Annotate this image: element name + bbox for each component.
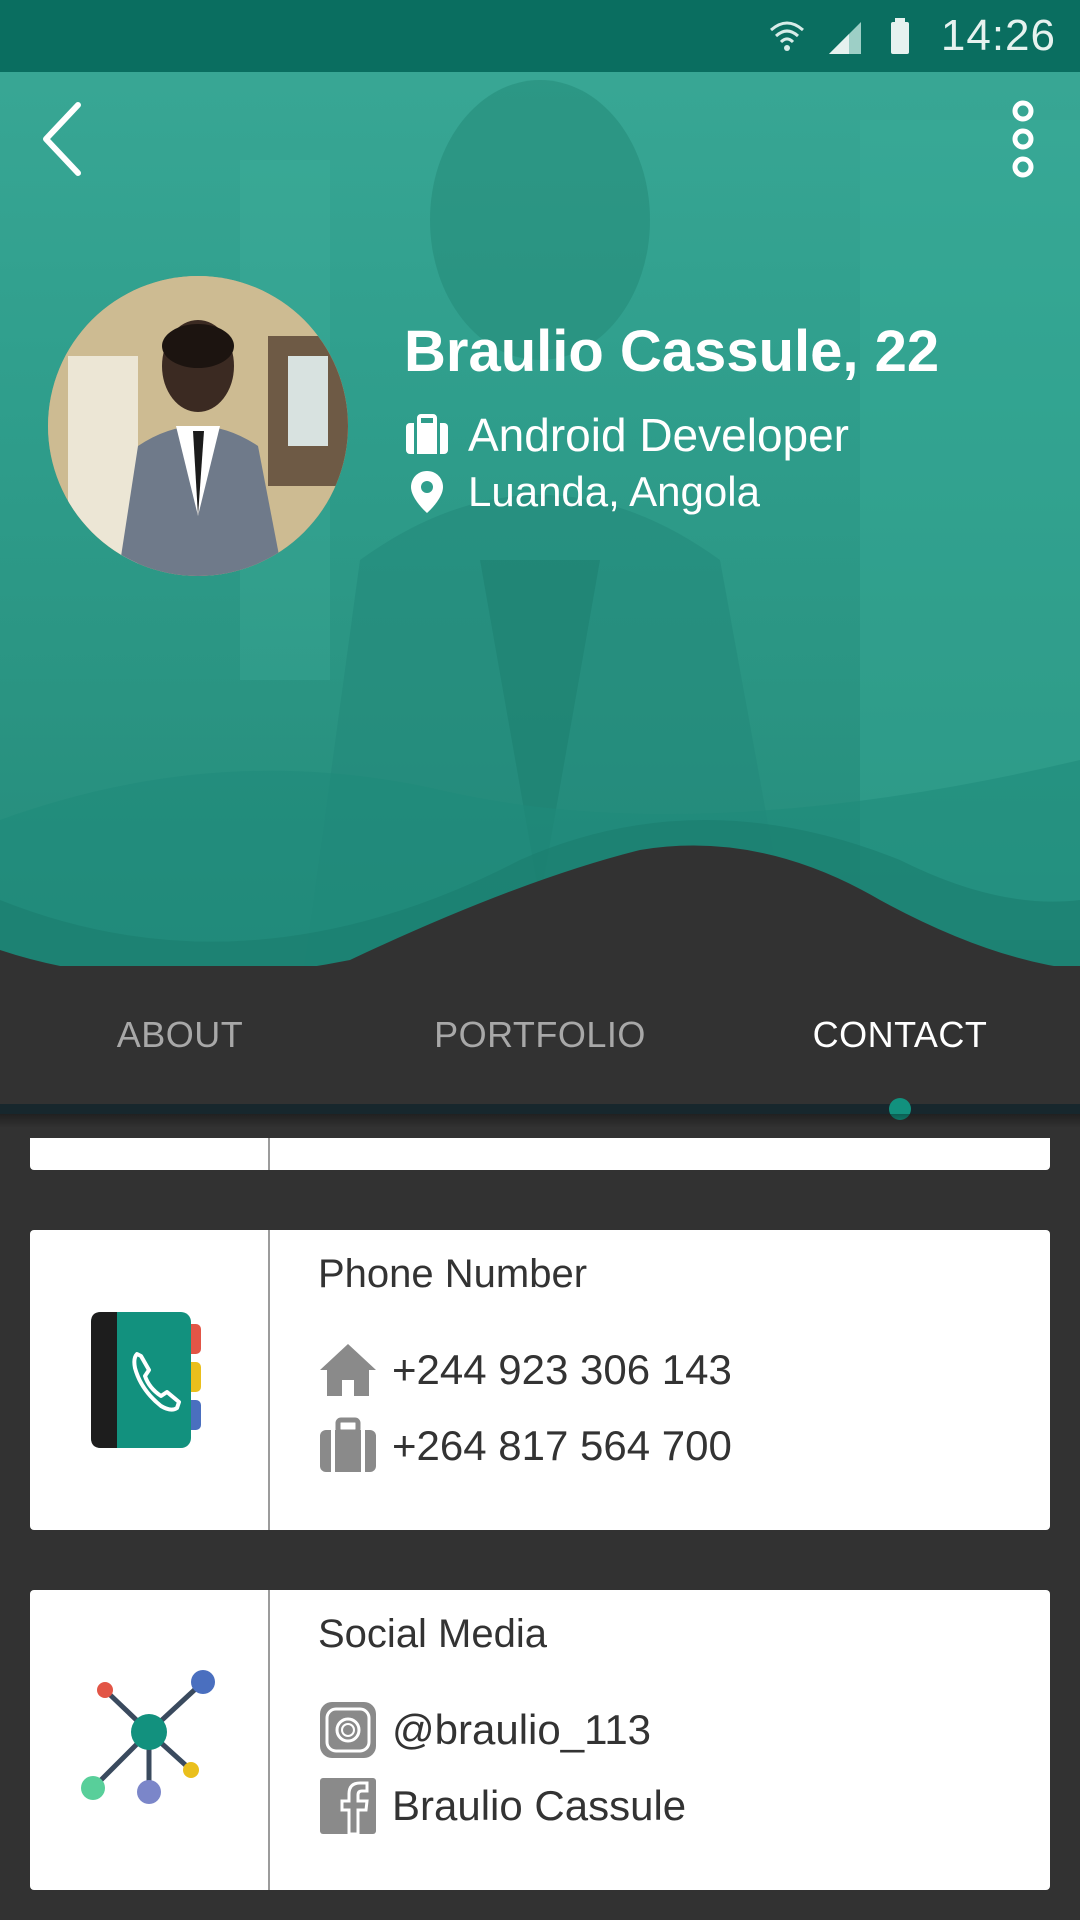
facebook-row[interactable]: Braulio Cassule xyxy=(318,1776,686,1836)
phone-book-icon xyxy=(91,1312,201,1448)
tab-indicator-track xyxy=(0,1104,1080,1114)
wifi-icon xyxy=(769,21,804,51)
tab-contact[interactable]: CONTACT xyxy=(720,966,1080,1104)
status-time: 14:26 xyxy=(940,11,1056,60)
chevron-left-icon xyxy=(43,102,81,176)
work-phone-number: +264 817 564 700 xyxy=(392,1422,732,1469)
briefcase-icon xyxy=(406,414,448,454)
map-pin-icon xyxy=(411,471,443,513)
tab-bar: ABOUT PORTFOLIO CONTACT xyxy=(0,966,1080,1104)
facebook-name: Braulio Cassule xyxy=(392,1782,687,1829)
facebook-icon xyxy=(320,1778,376,1836)
profile-header: Braulio Cassule, 22 Android Developer Lu… xyxy=(0,0,1080,1000)
tab-about[interactable]: ABOUT xyxy=(0,966,360,1104)
home-icon xyxy=(320,1344,376,1396)
card-body: Phone Number +244 923 306 143 +264 817 5… xyxy=(270,1230,1050,1530)
card-body: Social Media @braulio_113 Braulio Cassul… xyxy=(270,1590,1050,1890)
tab-shadow xyxy=(0,1114,1080,1128)
signal-icon xyxy=(828,22,861,54)
partial-card xyxy=(30,1138,1050,1170)
profile-photo xyxy=(48,276,348,576)
overflow-menu-button[interactable] xyxy=(988,96,1058,182)
profile-location: Luanda, Angola xyxy=(404,468,760,516)
phone-number-card: Phone Number +244 923 306 143 +264 817 5… xyxy=(30,1230,1050,1530)
profile-location-label: Luanda, Angola xyxy=(468,468,760,515)
status-bar: 14:26 xyxy=(0,0,1080,72)
profile-name: Braulio Cassule, 22 xyxy=(404,319,940,384)
card-title: Phone Number xyxy=(318,1252,588,1296)
profile-job-label: Android Developer xyxy=(468,409,850,461)
briefcase-icon xyxy=(320,1417,376,1472)
profile-job: Android Developer xyxy=(404,408,849,462)
network-icon xyxy=(81,1670,215,1804)
card-body xyxy=(270,1138,1050,1170)
social-media-card: Social Media @braulio_113 Braulio Cassul… xyxy=(30,1590,1050,1890)
battery-icon xyxy=(890,18,909,54)
card-title: Social Media xyxy=(318,1612,548,1656)
card-icon-column xyxy=(30,1590,270,1890)
avatar[interactable] xyxy=(48,276,348,576)
home-phone-number: +244 923 306 143 xyxy=(392,1346,732,1393)
card-icon-column xyxy=(30,1138,270,1170)
work-phone-row[interactable]: +264 817 564 700 xyxy=(318,1416,732,1476)
instagram-row[interactable]: @braulio_113 xyxy=(318,1700,651,1760)
home-phone-row[interactable]: +244 923 306 143 xyxy=(318,1340,732,1400)
instagram-icon xyxy=(320,1702,376,1758)
tab-portfolio[interactable]: PORTFOLIO xyxy=(360,966,720,1104)
decorative-waves xyxy=(0,760,1080,1000)
card-icon-column xyxy=(30,1230,270,1530)
back-button[interactable] xyxy=(22,96,102,182)
instagram-handle: @braulio_113 xyxy=(392,1706,652,1753)
more-vertical-icon xyxy=(1012,100,1034,178)
